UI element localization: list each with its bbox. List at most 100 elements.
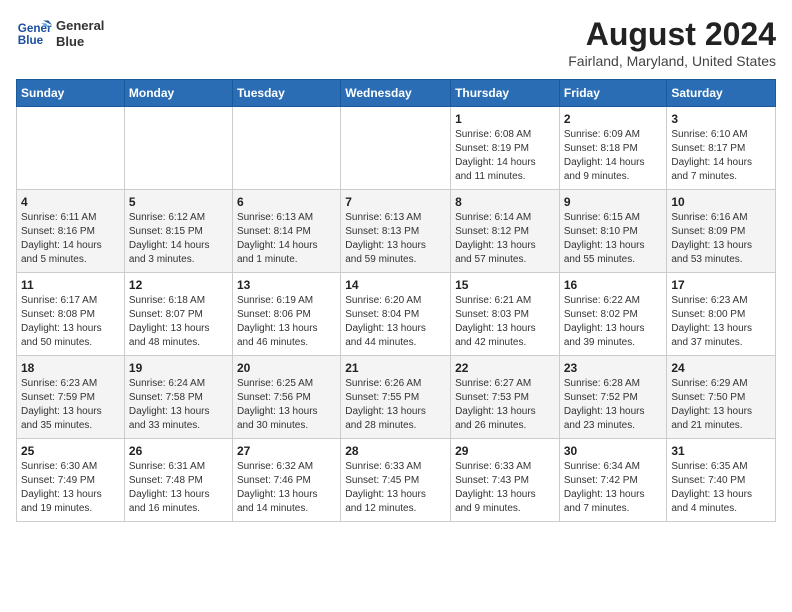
calendar-cell: 17 Sunrise: 6:23 AM Sunset: 8:00 PM Dayli…: [667, 273, 776, 356]
day-info: Sunrise: 6:21 AM Sunset: 8:03 PM Dayligh…: [455, 294, 555, 350]
calendar-cell: 27Sunrise: 6:32 AM Sunset: 7:46 PM Dayli…: [232, 439, 340, 522]
day-number: 7: [345, 195, 446, 209]
day-number: 11: [21, 278, 120, 292]
day-info: Sunrise: 6:28 AM Sunset: 7:52 PM Dayligh…: [564, 377, 663, 433]
calendar-header-row: SundayMondayTuesdayWednesdayThursdayFrid…: [17, 80, 776, 107]
day-number: 30: [564, 444, 663, 458]
calendar-cell: 22 Sunrise: 6:27 AM Sunset: 7:53 PM Dayli…: [451, 356, 560, 439]
day-info: Sunrise: 6:24 AM Sunset: 7:58 PM Dayligh…: [129, 377, 228, 433]
day-info: Sunrise: 6:09 AM Sunset: 8:18 PM Dayligh…: [564, 128, 663, 184]
day-info: Sunrise: 6:27 AM Sunset: 7:53 PM Dayligh…: [455, 377, 555, 433]
day-info: Sunrise: 6:23 AM Sunset: 7:59 PM Dayligh…: [21, 377, 120, 433]
day-number: 6: [237, 195, 336, 209]
calendar-cell: [17, 107, 125, 190]
day-info: Sunrise: 6:22 AM Sunset: 8:02 PM Dayligh…: [564, 294, 663, 350]
day-info: Sunrise: 6:26 AM Sunset: 7:55 PM Dayligh…: [345, 377, 446, 433]
calendar-cell: 2 Sunrise: 6:09 AM Sunset: 8:18 PM Daylig…: [559, 107, 667, 190]
calendar-week-row: 1Sunrise: 6:08 AM Sunset: 8:19 PM Daylig…: [17, 107, 776, 190]
weekday-header: Thursday: [451, 80, 560, 107]
calendar-cell: 8Sunrise: 6:14 AM Sunset: 8:12 PM Daylig…: [451, 190, 560, 273]
day-number: 2: [564, 112, 663, 126]
weekday-header: Wednesday: [341, 80, 451, 107]
day-number: 22: [455, 361, 555, 375]
day-info: Sunrise: 6:13 AM Sunset: 8:13 PM Dayligh…: [345, 211, 446, 267]
day-number: 25: [21, 444, 120, 458]
day-info: Sunrise: 6:29 AM Sunset: 7:50 PM Dayligh…: [671, 377, 771, 433]
day-number: 4: [21, 195, 120, 209]
calendar-cell: 1Sunrise: 6:08 AM Sunset: 8:19 PM Daylig…: [451, 107, 560, 190]
day-number: 13: [237, 278, 336, 292]
day-number: 15: [455, 278, 555, 292]
day-number: 1: [455, 112, 555, 126]
calendar-cell: 11 Sunrise: 6:17 AM Sunset: 8:08 PM Dayli…: [17, 273, 125, 356]
calendar-cell: 12Sunrise: 6:18 AM Sunset: 8:07 PM Dayli…: [124, 273, 232, 356]
day-number: 14: [345, 278, 446, 292]
day-info: Sunrise: 6:32 AM Sunset: 7:46 PM Dayligh…: [237, 460, 336, 516]
calendar-cell: 29 Sunrise: 6:33 AM Sunset: 7:43 PM Dayli…: [451, 439, 560, 522]
day-number: 12: [129, 278, 228, 292]
weekday-header: Saturday: [667, 80, 776, 107]
day-info: Sunrise: 6:20 AM Sunset: 8:04 PM Dayligh…: [345, 294, 446, 350]
calendar-cell: 4 Sunrise: 6:11 AM Sunset: 8:16 PM Daylig…: [17, 190, 125, 273]
weekday-header: Friday: [559, 80, 667, 107]
calendar-cell: 19 Sunrise: 6:24 AM Sunset: 7:58 PM Dayli…: [124, 356, 232, 439]
calendar-cell: 16 Sunrise: 6:22 AM Sunset: 8:02 PM Dayli…: [559, 273, 667, 356]
day-info: Sunrise: 6:23 AM Sunset: 8:00 PM Dayligh…: [671, 294, 771, 350]
calendar-cell: 26 Sunrise: 6:31 AM Sunset: 7:48 PM Dayli…: [124, 439, 232, 522]
day-number: 29: [455, 444, 555, 458]
calendar-cell: 7 Sunrise: 6:13 AM Sunset: 8:13 PM Daylig…: [341, 190, 451, 273]
day-info: Sunrise: 6:17 AM Sunset: 8:08 PM Dayligh…: [21, 294, 120, 350]
calendar-cell: 3Sunrise: 6:10 AM Sunset: 8:17 PM Daylig…: [667, 107, 776, 190]
day-info: Sunrise: 6:33 AM Sunset: 7:45 PM Dayligh…: [345, 460, 446, 516]
calendar-table: SundayMondayTuesdayWednesdayThursdayFrid…: [16, 79, 776, 522]
calendar-cell: 6 Sunrise: 6:13 AM Sunset: 8:14 PM Daylig…: [232, 190, 340, 273]
calendar-cell: 13Sunrise: 6:19 AM Sunset: 8:06 PM Dayli…: [232, 273, 340, 356]
day-info: Sunrise: 6:34 AM Sunset: 7:42 PM Dayligh…: [564, 460, 663, 516]
day-number: 23: [564, 361, 663, 375]
calendar-cell: [124, 107, 232, 190]
calendar-cell: 20Sunrise: 6:25 AM Sunset: 7:56 PM Dayli…: [232, 356, 340, 439]
day-number: 10: [671, 195, 771, 209]
calendar-cell: 24 Sunrise: 6:29 AM Sunset: 7:50 PM Dayli…: [667, 356, 776, 439]
day-number: 18: [21, 361, 120, 375]
calendar-cell: 5 Sunrise: 6:12 AM Sunset: 8:15 PM Daylig…: [124, 190, 232, 273]
day-number: 31: [671, 444, 771, 458]
logo-icon: General Blue: [16, 16, 52, 52]
day-info: Sunrise: 6:15 AM Sunset: 8:10 PM Dayligh…: [564, 211, 663, 267]
calendar-cell: 23 Sunrise: 6:28 AM Sunset: 7:52 PM Dayli…: [559, 356, 667, 439]
day-number: 19: [129, 361, 228, 375]
calendar-cell: 25 Sunrise: 6:30 AM Sunset: 7:49 PM Dayli…: [17, 439, 125, 522]
svg-text:Blue: Blue: [18, 34, 44, 47]
day-info: Sunrise: 6:31 AM Sunset: 7:48 PM Dayligh…: [129, 460, 228, 516]
day-info: Sunrise: 6:35 AM Sunset: 7:40 PM Dayligh…: [671, 460, 771, 516]
day-number: 16: [564, 278, 663, 292]
calendar-body: 1Sunrise: 6:08 AM Sunset: 8:19 PM Daylig…: [17, 107, 776, 522]
calendar-cell: 18 Sunrise: 6:23 AM Sunset: 7:59 PM Dayli…: [17, 356, 125, 439]
day-info: Sunrise: 6:16 AM Sunset: 8:09 PM Dayligh…: [671, 211, 771, 267]
day-number: 21: [345, 361, 446, 375]
logo: General Blue General Blue: [16, 16, 104, 52]
day-info: Sunrise: 6:13 AM Sunset: 8:14 PM Dayligh…: [237, 211, 336, 267]
day-number: 5: [129, 195, 228, 209]
calendar-cell: 10 Sunrise: 6:16 AM Sunset: 8:09 PM Dayli…: [667, 190, 776, 273]
day-number: 28: [345, 444, 446, 458]
day-number: 17: [671, 278, 771, 292]
day-info: Sunrise: 6:30 AM Sunset: 7:49 PM Dayligh…: [21, 460, 120, 516]
day-info: Sunrise: 6:12 AM Sunset: 8:15 PM Dayligh…: [129, 211, 228, 267]
day-number: 8: [455, 195, 555, 209]
calendar-cell: 30 Sunrise: 6:34 AM Sunset: 7:42 PM Dayli…: [559, 439, 667, 522]
calendar-cell: [341, 107, 451, 190]
day-info: Sunrise: 6:11 AM Sunset: 8:16 PM Dayligh…: [21, 211, 120, 267]
day-info: Sunrise: 6:10 AM Sunset: 8:17 PM Dayligh…: [671, 128, 771, 184]
day-number: 24: [671, 361, 771, 375]
day-number: 26: [129, 444, 228, 458]
month-title: August 2024: [568, 16, 776, 53]
day-number: 20: [237, 361, 336, 375]
calendar-week-row: 4 Sunrise: 6:11 AM Sunset: 8:16 PM Daylig…: [17, 190, 776, 273]
logo-name2: Blue: [56, 34, 104, 50]
day-info: Sunrise: 6:33 AM Sunset: 7:43 PM Dayligh…: [455, 460, 555, 516]
weekday-header: Sunday: [17, 80, 125, 107]
calendar-cell: 9Sunrise: 6:15 AM Sunset: 8:10 PM Daylig…: [559, 190, 667, 273]
calendar-week-row: 18 Sunrise: 6:23 AM Sunset: 7:59 PM Dayli…: [17, 356, 776, 439]
calendar-cell: 15 Sunrise: 6:21 AM Sunset: 8:03 PM Dayli…: [451, 273, 560, 356]
